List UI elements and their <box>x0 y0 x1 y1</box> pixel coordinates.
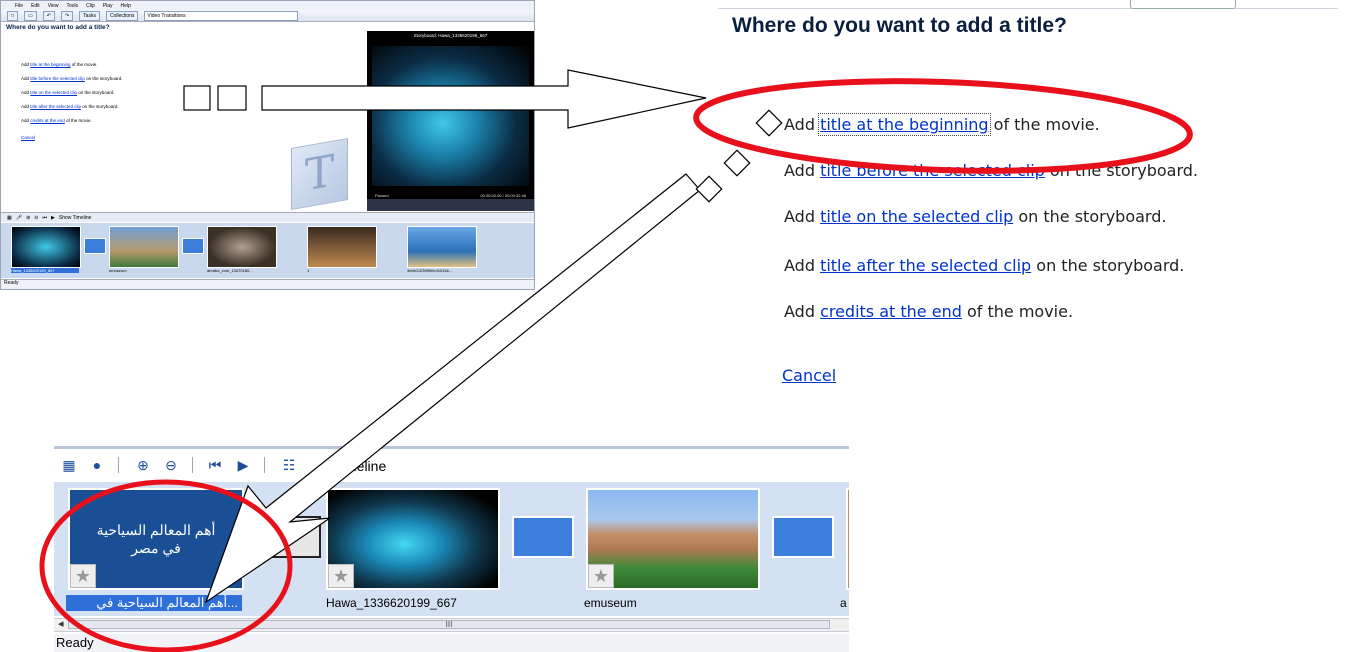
diagonal-box-3 <box>695 175 723 203</box>
diagonal-box-2 <box>723 149 751 177</box>
right-arrow-shape <box>261 69 707 129</box>
annotation-overlay <box>39 69 1193 652</box>
arrow-box-1 <box>183 85 211 111</box>
arrow-box-2 <box>217 85 247 111</box>
diagonal-box-1 <box>755 109 783 137</box>
